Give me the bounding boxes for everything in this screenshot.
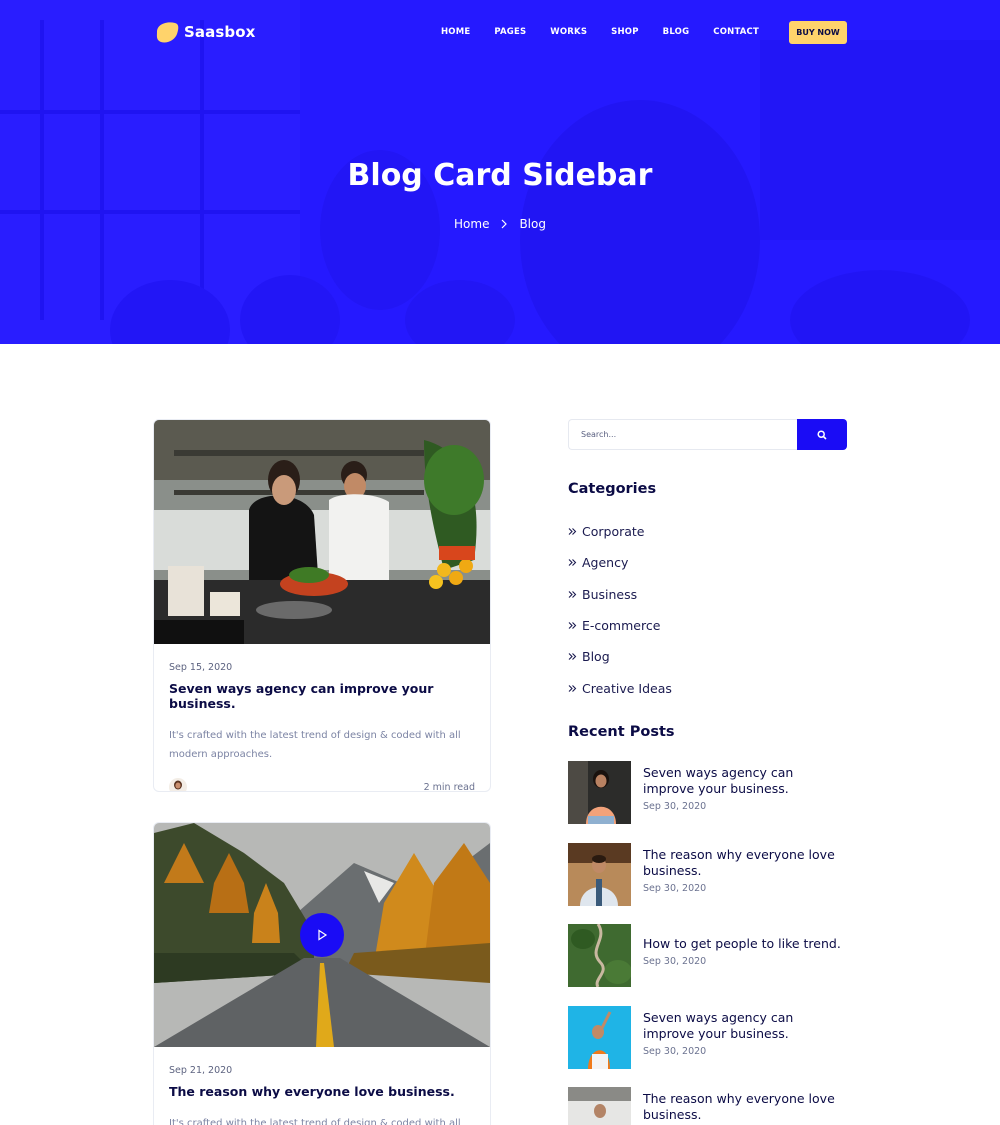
category-label: E-commerce — [582, 618, 661, 634]
nav-contact[interactable]: CONTACT — [713, 27, 759, 37]
recent-post[interactable]: The reason why everyone love business. — [568, 1087, 848, 1125]
breadcrumb-current: Blog — [519, 217, 546, 231]
logo-mark-icon — [156, 22, 179, 43]
play-icon — [318, 929, 328, 941]
category-item[interactable]: E-commerce — [568, 610, 672, 641]
nav-works[interactable]: WORKS — [550, 27, 587, 37]
breadcrumb: Home Blog — [0, 217, 1000, 231]
double-chevron-right-icon — [568, 528, 577, 536]
blog-card-image[interactable] — [154, 823, 490, 1047]
recent-post[interactable]: Seven ways agency can improve your busin… — [568, 1005, 848, 1088]
recent-post-thumbnail[interactable] — [568, 1087, 631, 1125]
play-video-button[interactable] — [300, 913, 344, 957]
double-chevron-right-icon — [568, 622, 577, 629]
double-chevron-right-icon — [568, 684, 577, 692]
category-label: Agency — [582, 555, 629, 571]
main-menu: HOME PAGES WORKS SHOP BLOG CONTACT BUY N… — [417, 20, 847, 44]
nav-pages[interactable]: PAGES — [494, 27, 526, 37]
nav-blog[interactable]: BLOG — [663, 27, 690, 37]
page-title: Blog Card Sidebar — [347, 158, 653, 193]
buy-now-button[interactable]: BUY NOW — [789, 20, 847, 44]
recent-post-thumbnail[interactable] — [568, 924, 631, 987]
post-title[interactable]: The reason why everyone love business. — [169, 1084, 475, 1099]
post-excerpt: It's crafted with the latest trend of de… — [169, 730, 461, 760]
post-date: Sep 21, 2020 — [169, 1065, 233, 1076]
blog-card: Sep 21, 2020 The reason why everyone lov… — [153, 822, 491, 1125]
post-date: Sep 15, 2020 — [169, 662, 233, 673]
category-label: Blog — [582, 649, 610, 665]
breadcrumb-home[interactable]: Home — [454, 217, 489, 231]
category-label: Creative Ideas — [582, 680, 672, 696]
search-input[interactable] — [568, 419, 797, 450]
category-label: Business — [582, 586, 638, 602]
category-label: Corporate — [582, 524, 645, 540]
post-excerpt: It's crafted with the latest trend of de… — [169, 1118, 461, 1125]
category-item[interactable]: Business — [568, 579, 672, 610]
category-item[interactable]: Creative Ideas — [568, 672, 672, 703]
recent-post[interactable]: How to get people to like trend. Sep 30,… — [568, 924, 848, 1006]
nav-shop[interactable]: SHOP — [611, 27, 639, 37]
category-item[interactable]: Agency — [568, 547, 672, 578]
recent-post-title: Seven ways agency can improve your busin… — [643, 1009, 794, 1041]
blog-card: Sep 15, 2020 Seven ways agency can impro… — [153, 419, 491, 792]
recent-post-title: The reason why everyone love business. — [643, 1091, 835, 1122]
read-time: 2 min read — [423, 781, 475, 792]
recent-post-date: Sep 30, 2020 — [643, 956, 707, 967]
recent-post-thumbnail[interactable] — [568, 1005, 631, 1069]
hero-banner: Saasbox HOME PAGES WORKS SHOP BLOG CONTA… — [0, 0, 1000, 344]
recent-post-title: Seven ways agency can improve your busin… — [643, 765, 794, 796]
author-avatar[interactable] — [169, 778, 187, 791]
recent-post-title: How to get people to like trend. — [643, 936, 841, 951]
recent-post-thumbnail[interactable] — [568, 761, 631, 824]
chevron-right-icon — [502, 219, 508, 229]
kitchen-photo — [154, 420, 490, 644]
categories-heading: Categories — [568, 481, 657, 497]
double-chevron-right-icon — [568, 653, 577, 661]
category-item[interactable]: Blog — [568, 641, 672, 672]
recent-posts-heading: Recent Posts — [568, 724, 675, 740]
post-meta: 2 min read — [169, 778, 475, 792]
recent-posts-list: Seven ways agency can improve your busin… — [568, 761, 848, 1125]
blog-card-image[interactable] — [154, 420, 490, 644]
recent-post[interactable]: Seven ways agency can improve your busin… — [568, 761, 848, 843]
top-navigation: Saasbox HOME PAGES WORKS SHOP BLOG CONTA… — [153, 18, 847, 46]
nav-home[interactable]: HOME — [441, 27, 470, 37]
category-item[interactable]: Corporate — [568, 516, 672, 547]
brand-logo[interactable]: Saasbox — [153, 20, 255, 44]
recent-post-date: Sep 30, 2020 — [643, 801, 707, 812]
recent-post-date: Sep 30, 2020 — [643, 1045, 707, 1057]
double-chevron-right-icon — [568, 559, 577, 567]
double-chevron-right-icon — [568, 590, 577, 598]
categories-list: Corporate Agency Business E-commerce Blo… — [568, 516, 672, 704]
search-icon — [817, 429, 827, 440]
recent-post-date: Sep 30, 2020 — [643, 882, 707, 894]
brand-name: Saasbox — [184, 23, 256, 41]
search-form — [568, 419, 847, 450]
post-title[interactable]: Seven ways agency can improve your busin… — [169, 681, 475, 711]
recent-post[interactable]: The reason why everyone love business. S… — [568, 842, 848, 925]
recent-post-title: The reason why everyone love business. — [643, 846, 835, 878]
recent-post-thumbnail[interactable] — [568, 842, 631, 906]
search-button[interactable] — [797, 419, 847, 450]
